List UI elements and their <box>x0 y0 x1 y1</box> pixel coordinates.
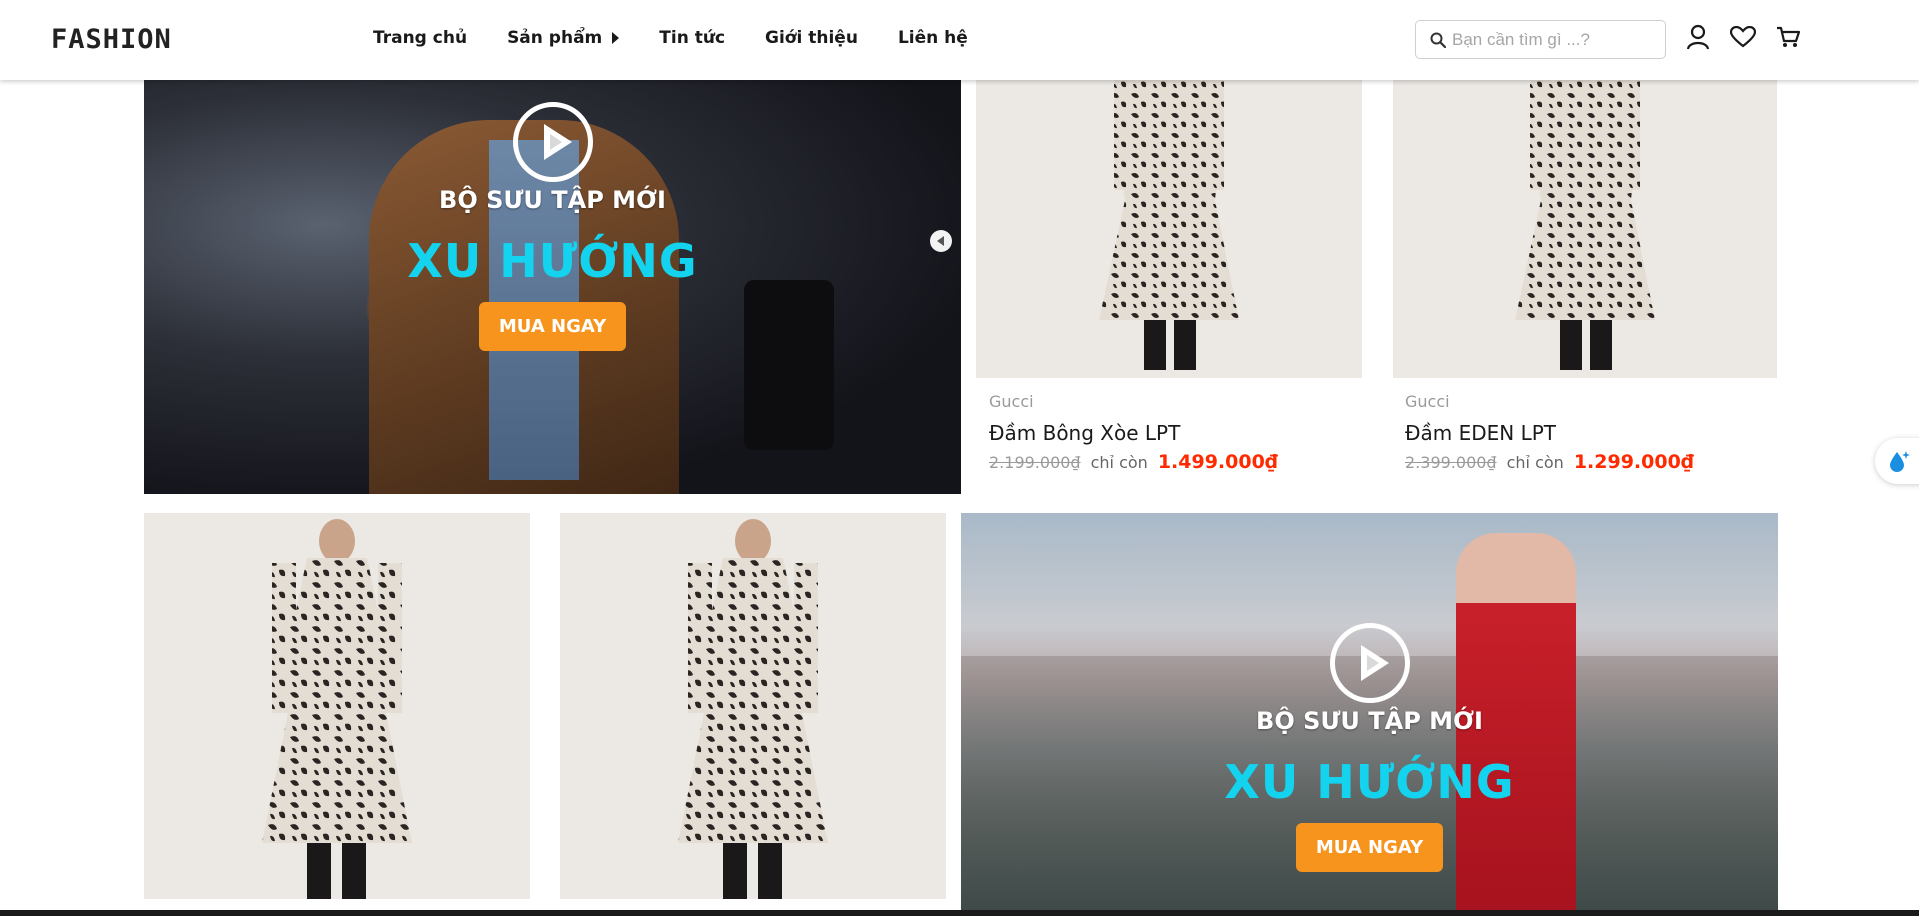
product-old-price: 2.399.000₫ <box>1405 453 1497 472</box>
site-header: FASHION Trang chủ Sản phẩm Tin tức Giới … <box>0 0 1919 80</box>
product-old-price: 2.199.000₫ <box>989 453 1081 472</box>
dress-image <box>1099 80 1239 370</box>
heart-icon[interactable] <box>1730 26 1756 48</box>
user-icon[interactable] <box>1686 24 1710 50</box>
dress-image <box>262 519 412 899</box>
buy-now-button[interactable]: MUA NGAY <box>478 302 627 351</box>
product-sale-price: 1.499.000₫ <box>1157 451 1279 473</box>
search-icon <box>1430 32 1446 48</box>
buy-now-button[interactable]: MUA NGAY <box>1295 823 1444 872</box>
dress-image <box>1515 80 1655 370</box>
product-price: 2.199.000₫ chỉ còn 1.499.000₫ <box>989 451 1278 473</box>
water-drop-icon <box>1890 451 1910 472</box>
product-only-label: chỉ còn <box>1506 453 1564 472</box>
product-name[interactable]: Đầm Bông Xòe LPT <box>989 421 1180 445</box>
banner-collection-label: BỘ SƯU TẬP MỚI <box>1256 707 1483 735</box>
promo-banner[interactable]: BỘ SƯU TẬP MỚI XU HƯỚNG MUA NGAY <box>961 513 1778 916</box>
play-icon[interactable] <box>1329 623 1410 703</box>
search-input[interactable] <box>1452 29 1652 50</box>
product-image[interactable] <box>1393 80 1777 378</box>
nav-item-about[interactable]: Giới thiệu <box>765 28 858 48</box>
product-image[interactable] <box>976 80 1362 378</box>
search-box <box>1415 20 1666 59</box>
main-nav: Trang chủ Sản phẩm Tin tức Giới thiệu Li… <box>373 28 968 48</box>
nav-item-label: Tin tức <box>659 28 726 48</box>
promo-banner[interactable]: BỘ SƯU TẬP MỚI XU HƯỚNG MUA NGAY <box>144 80 961 494</box>
product-only-label: chỉ còn <box>1090 453 1148 472</box>
nav-item-label: Giới thiệu <box>765 28 858 48</box>
caret-right-icon <box>612 32 620 44</box>
nav-item-products[interactable]: Sản phẩm <box>507 28 620 48</box>
banner-overlay: BỘ SƯU TẬP MỚI XU HƯỚNG MUA NGAY <box>144 102 961 351</box>
product-image[interactable] <box>560 513 946 899</box>
floating-widget[interactable] <box>1875 438 1919 484</box>
nav-item-label: Sản phẩm <box>507 28 603 48</box>
cart-icon[interactable] <box>1776 26 1800 48</box>
nav-item-label: Liên hệ <box>897 28 968 48</box>
site-logo[interactable]: FASHION <box>51 24 172 55</box>
play-icon[interactable] <box>512 102 593 182</box>
product-price: 2.399.000₫ chỉ còn 1.299.000₫ <box>1405 451 1694 473</box>
nav-item-label: Trang chủ <box>373 28 468 48</box>
footer-edge <box>0 910 1919 916</box>
banner-collection-label: BỘ SƯU TẬP MỚI <box>439 186 666 214</box>
product-sale-price: 1.299.000₫ <box>1573 451 1695 473</box>
nav-item-home[interactable]: Trang chủ <box>373 28 467 48</box>
nav-item-news[interactable]: Tin tức <box>659 28 725 48</box>
product-brand: Gucci <box>1405 392 1450 411</box>
product-image[interactable] <box>144 513 530 899</box>
banner-trend-heading: XU HƯỚNG <box>407 234 698 288</box>
product-name[interactable]: Đầm EDEN LPT <box>1405 421 1556 445</box>
banner-trend-heading: XU HƯỚNG <box>1224 755 1515 809</box>
product-brand: Gucci <box>989 392 1034 411</box>
dress-image <box>678 519 828 899</box>
nav-item-contact[interactable]: Liên hệ <box>898 28 968 48</box>
slider-prev-icon[interactable] <box>930 230 952 252</box>
banner-overlay: BỘ SƯU TẬP MỚI XU HƯỚNG MUA NGAY <box>961 623 1778 872</box>
